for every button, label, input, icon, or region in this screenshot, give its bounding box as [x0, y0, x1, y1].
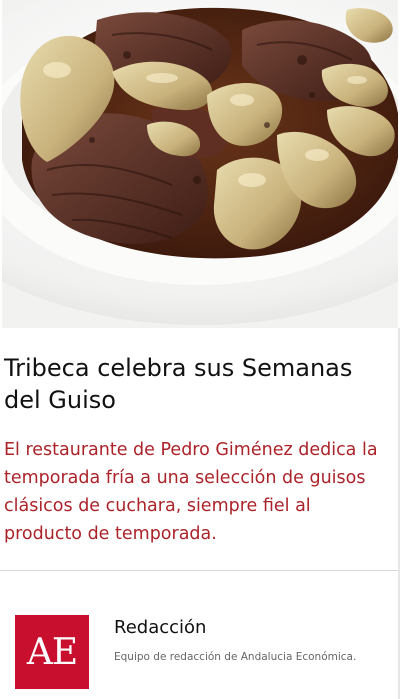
stew-illustration: [2, 0, 398, 328]
article-image[interactable]: [2, 0, 398, 328]
article-card: Tribeca celebra sus Semanas del Guiso El…: [0, 0, 400, 699]
section-divider: [0, 570, 400, 571]
author-name[interactable]: Redacción: [114, 617, 206, 638]
lead-line: clásicos de cuchara, siempre fiel al: [4, 496, 311, 516]
article-headline[interactable]: Tribeca celebra sus Semanas del Guiso: [4, 352, 396, 416]
article-lead: El restaurante de Pedro Giménez dedica l…: [4, 436, 400, 548]
author-logo-text: AE: [26, 631, 78, 673]
lead-line: temporada fría a una selección de guisos: [4, 468, 366, 488]
headline-line: del Guiso: [4, 386, 116, 414]
lead-line: producto de temporada.: [4, 524, 217, 544]
headline-line: Tribeca celebra sus Semanas: [4, 354, 353, 382]
author-bio: Equipo de redacción de Andalucia Económi…: [114, 651, 357, 663]
lead-line: El restaurante de Pedro Giménez dedica l…: [4, 440, 378, 460]
author-avatar[interactable]: AE: [15, 615, 89, 689]
